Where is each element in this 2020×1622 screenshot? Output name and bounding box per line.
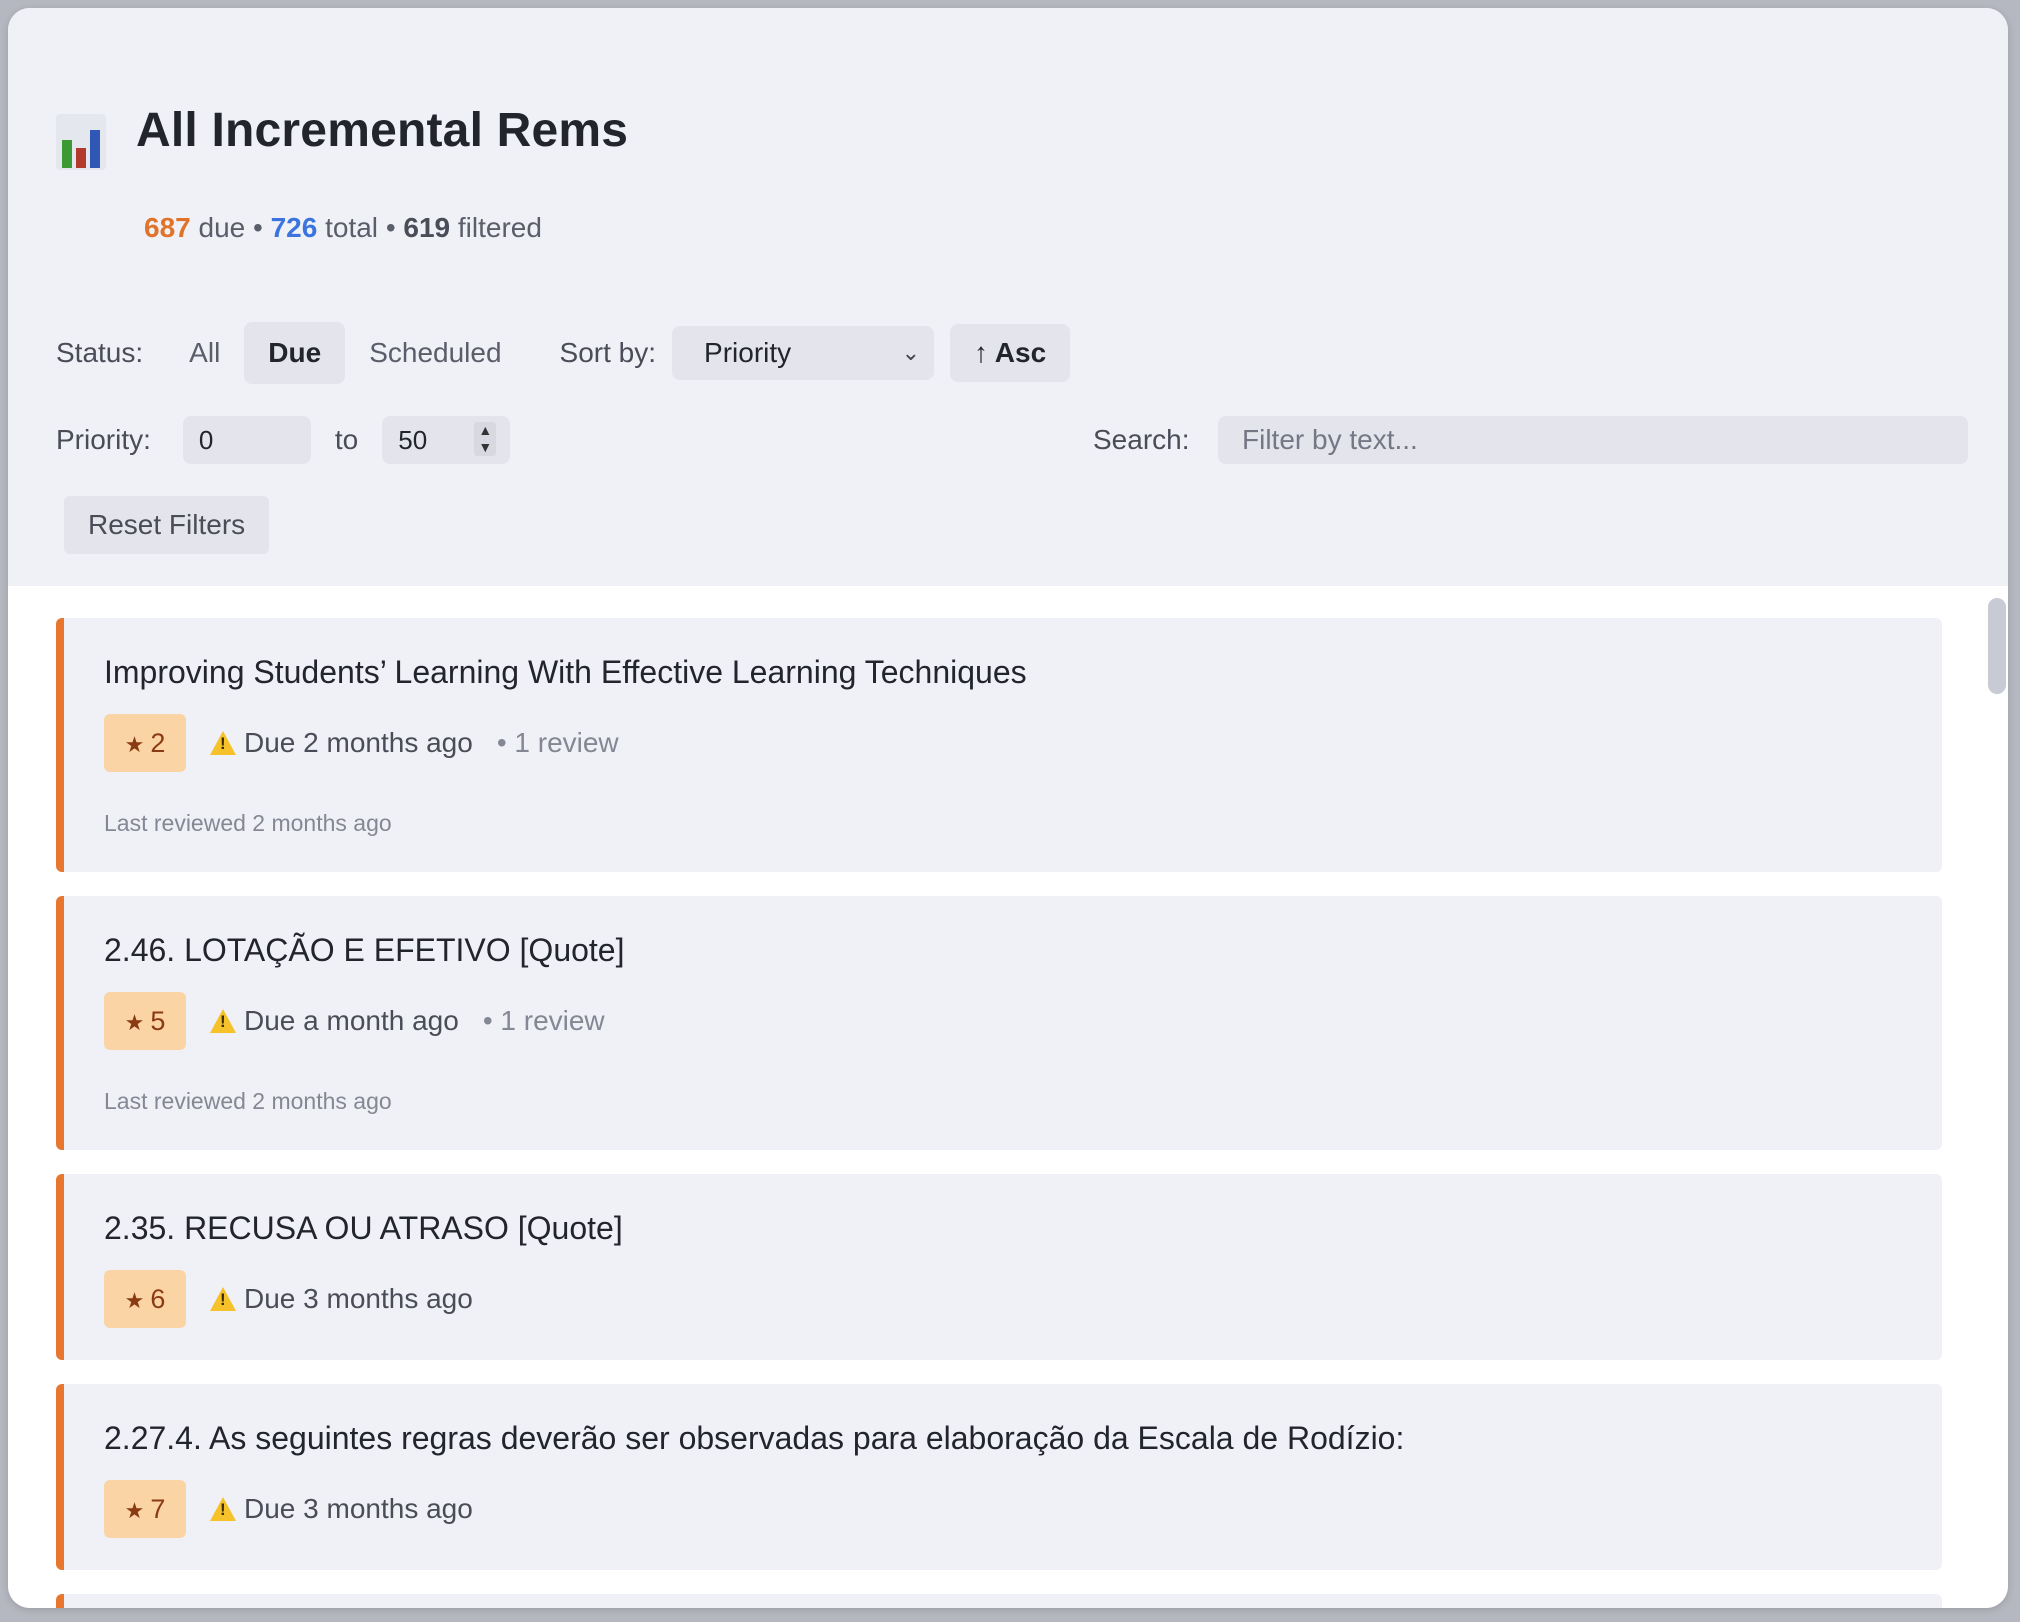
due-text: Due 2 months ago xyxy=(244,727,473,758)
item-meta: ★5 Due a month ago • 1 review xyxy=(104,992,605,1050)
priority-badge: ★ 2 xyxy=(104,714,186,772)
stats-separator: • xyxy=(385,212,396,243)
reset-filters-button[interactable]: Reset Filters xyxy=(64,496,270,554)
priority-value: 7 xyxy=(150,1494,166,1524)
list-item[interactable]: 2.35. RECUSA OU ATRASO [Quote] ★6 Due 3 … xyxy=(56,1174,1942,1360)
star-icon: ★ xyxy=(124,1010,145,1035)
item-meta: ★7 Due 3 months ago xyxy=(104,1480,473,1538)
filtered-count: 619 xyxy=(403,212,451,243)
total-count: 726 xyxy=(270,212,318,243)
app-window: All Incremental Rems 687 due • 726 total… xyxy=(8,8,2008,1608)
priority-max-input[interactable]: 50 ▲ ▼ xyxy=(382,416,511,464)
warning-icon xyxy=(210,1287,236,1311)
filtered-label: filtered xyxy=(457,212,542,243)
stats-separator: • xyxy=(253,212,263,243)
status-option-due[interactable]: Due xyxy=(244,322,346,384)
item-title: 2.27.4. As seguintes regras deverão ser … xyxy=(104,1420,1405,1456)
status-option-all[interactable]: All xyxy=(165,322,244,384)
stepper-icon[interactable]: ▲ ▼ xyxy=(474,422,497,456)
title-row: All Incremental Rems xyxy=(56,100,629,170)
priority-badge: ★ 7 xyxy=(104,1480,186,1538)
priority-value: 6 xyxy=(150,1284,166,1314)
sort-label: Sort by: xyxy=(559,337,657,368)
item-title: 2.46. LOTAÇÃO E EFETIVO [Quote] xyxy=(104,932,625,968)
sort-select-value: Priority xyxy=(704,337,792,368)
warning-icon xyxy=(210,1009,236,1033)
search-label: Search: xyxy=(1093,424,1190,455)
status-sort-row: Status: All Due Scheduled Sort by: Prior… xyxy=(56,322,1071,384)
item-title: 2.35. RECUSA OU ATRASO [Quote] xyxy=(104,1210,623,1246)
warning-icon xyxy=(210,1497,236,1521)
list-item[interactable] xyxy=(56,1594,1942,1608)
last-reviewed: Last reviewed 2 months ago xyxy=(104,810,392,836)
list-item[interactable]: Improving Students’ Learning With Effect… xyxy=(56,618,1942,872)
review-count: • 1 review xyxy=(482,1005,605,1036)
due-text: Due 3 months ago xyxy=(244,1493,473,1524)
due-text: Due a month ago xyxy=(244,1005,459,1036)
due-label: due xyxy=(198,212,246,243)
status-option-scheduled[interactable]: Scheduled xyxy=(345,322,525,384)
page-title: All Incremental Rems xyxy=(136,103,629,157)
item-meta: ★2 Due 2 months ago • 1 review xyxy=(104,714,619,772)
priority-value: 5 xyxy=(150,1006,166,1036)
list-item[interactable]: 2.46. LOTAÇÃO E EFETIVO [Quote] ★5 Due a… xyxy=(56,896,1942,1150)
due-count: 687 xyxy=(144,212,191,243)
item-title: Improving Students’ Learning With Effect… xyxy=(104,654,1027,690)
priority-max-value: 50 xyxy=(398,425,428,455)
priority-min-input[interactable]: 0 xyxy=(182,416,311,464)
sort-direction-button[interactable]: ↑ Asc xyxy=(950,324,1071,382)
priority-row: Priority: 0 to 50 ▲ ▼ xyxy=(56,416,511,464)
priority-label: Priority: xyxy=(56,424,151,455)
rem-list[interactable]: Improving Students’ Learning With Effect… xyxy=(8,586,2008,1608)
priority-to-label: to xyxy=(334,424,359,455)
chevron-down-icon: ⌄ xyxy=(901,340,921,365)
priority-badge: ★ 5 xyxy=(104,992,186,1050)
priority-badge: ★ 6 xyxy=(104,1270,186,1328)
header-panel: All Incremental Rems 687 due • 726 total… xyxy=(8,8,2008,578)
review-count: • 1 review xyxy=(496,727,619,758)
last-reviewed: Last reviewed 2 months ago xyxy=(104,1088,392,1114)
total-label: total xyxy=(325,212,379,243)
priority-value: 2 xyxy=(150,728,166,758)
warning-icon xyxy=(210,731,236,755)
star-icon: ★ xyxy=(124,1498,145,1523)
item-meta: ★6 Due 3 months ago xyxy=(104,1270,473,1328)
stats-summary: 687 due • 726 total • 619 filtered xyxy=(144,212,542,244)
bar-chart-icon xyxy=(56,100,106,170)
scrollbar-thumb[interactable] xyxy=(1988,598,2006,694)
status-label: Status: xyxy=(56,337,144,368)
search-input[interactable]: Filter by text... xyxy=(1218,416,1968,464)
sort-select[interactable]: Priority ⌄ xyxy=(672,326,935,380)
star-icon: ★ xyxy=(124,1288,145,1313)
star-icon: ★ xyxy=(124,732,145,757)
due-text: Due 3 months ago xyxy=(244,1283,473,1314)
list-item[interactable]: 2.27.4. As seguintes regras deverão ser … xyxy=(56,1384,1942,1570)
